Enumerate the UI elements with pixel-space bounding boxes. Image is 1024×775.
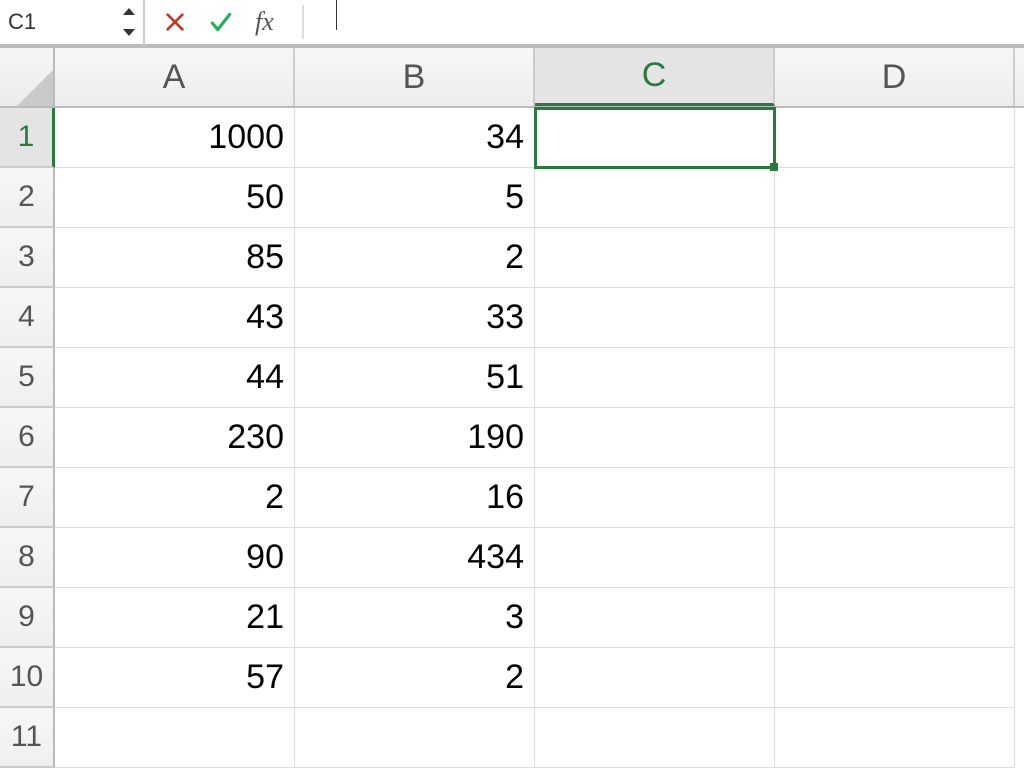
cell-d6[interactable]: [775, 408, 1015, 468]
cell-a11[interactable]: [55, 708, 295, 768]
column-header-b[interactable]: B: [295, 48, 535, 106]
row-header-2[interactable]: 2: [0, 168, 55, 228]
row-header-4[interactable]: 4: [0, 288, 55, 348]
cell-a10[interactable]: 57: [55, 648, 295, 708]
cell-a8[interactable]: 90: [55, 528, 295, 588]
cell-b11[interactable]: [295, 708, 535, 768]
formula-divider: [302, 5, 304, 39]
table-row: 7216: [0, 468, 1024, 528]
row-header-9[interactable]: 9: [0, 588, 55, 648]
spreadsheet-grid: ABCD 11000342505385244333544516230190721…: [0, 48, 1024, 768]
table-row: 2505: [0, 168, 1024, 228]
cell-b8[interactable]: 434: [295, 528, 535, 588]
cell-a3[interactable]: 85: [55, 228, 295, 288]
cell-d5[interactable]: [775, 348, 1015, 408]
cell-a1[interactable]: 1000: [55, 108, 295, 168]
table-row: 44333: [0, 288, 1024, 348]
cell-d1[interactable]: [775, 108, 1015, 168]
name-box[interactable]: C1: [8, 9, 123, 35]
cell-a5[interactable]: 44: [55, 348, 295, 408]
spinner-down-icon[interactable]: [123, 29, 135, 36]
cell-c1[interactable]: [535, 108, 775, 168]
grid-rows: 1100034250538524433354451623019072168904…: [0, 108, 1024, 768]
cell-c3[interactable]: [535, 228, 775, 288]
table-row: 1100034: [0, 108, 1024, 168]
cell-d11[interactable]: [775, 708, 1015, 768]
table-row: 6230190: [0, 408, 1024, 468]
cell-a7[interactable]: 2: [55, 468, 295, 528]
fx-label[interactable]: fx: [255, 7, 274, 37]
cell-d9[interactable]: [775, 588, 1015, 648]
cell-c4[interactable]: [535, 288, 775, 348]
row-header-5[interactable]: 5: [0, 348, 55, 408]
cell-c9[interactable]: [535, 588, 775, 648]
cell-b6[interactable]: 190: [295, 408, 535, 468]
cell-c8[interactable]: [535, 528, 775, 588]
cell-d2[interactable]: [775, 168, 1015, 228]
cell-c7[interactable]: [535, 468, 775, 528]
row-header-3[interactable]: 3: [0, 228, 55, 288]
text-cursor: [336, 0, 338, 30]
cell-d4[interactable]: [775, 288, 1015, 348]
cell-c5[interactable]: [535, 348, 775, 408]
row-header-7[interactable]: 7: [0, 468, 55, 528]
cell-c6[interactable]: [535, 408, 775, 468]
row-header-6[interactable]: 6: [0, 408, 55, 468]
cell-a4[interactable]: 43: [55, 288, 295, 348]
row-header-10[interactable]: 10: [0, 648, 55, 708]
cell-b5[interactable]: 51: [295, 348, 535, 408]
cell-d7[interactable]: [775, 468, 1015, 528]
cell-c2[interactable]: [535, 168, 775, 228]
column-header-d[interactable]: D: [775, 48, 1015, 106]
table-row: 11: [0, 708, 1024, 768]
cell-b3[interactable]: 2: [295, 228, 535, 288]
formula-controls: fx: [145, 0, 337, 44]
cell-d8[interactable]: [775, 528, 1015, 588]
row-header-11[interactable]: 11: [0, 708, 55, 768]
table-row: 9213: [0, 588, 1024, 648]
name-box-spinner[interactable]: [123, 8, 135, 36]
cell-d3[interactable]: [775, 228, 1015, 288]
column-header-c[interactable]: C: [535, 48, 775, 106]
cancel-icon[interactable]: [161, 8, 189, 36]
cell-a9[interactable]: 21: [55, 588, 295, 648]
cell-b10[interactable]: 2: [295, 648, 535, 708]
row-header-8[interactable]: 8: [0, 528, 55, 588]
formula-input[interactable]: [330, 0, 338, 44]
row-header-1[interactable]: 1: [0, 108, 55, 168]
table-row: 3852: [0, 228, 1024, 288]
formula-bar: C1 fx: [0, 0, 1024, 48]
name-box-container: C1: [0, 0, 145, 46]
table-row: 10572: [0, 648, 1024, 708]
cell-b4[interactable]: 33: [295, 288, 535, 348]
cell-b9[interactable]: 3: [295, 588, 535, 648]
cell-b7[interactable]: 16: [295, 468, 535, 528]
select-all-corner[interactable]: [0, 48, 55, 106]
cell-b2[interactable]: 5: [295, 168, 535, 228]
table-row: 54451: [0, 348, 1024, 408]
cell-a6[interactable]: 230: [55, 408, 295, 468]
accept-icon[interactable]: [207, 8, 235, 36]
column-headers-row: ABCD: [0, 48, 1024, 108]
column-header-a[interactable]: A: [55, 48, 295, 106]
cell-d10[interactable]: [775, 648, 1015, 708]
cell-b1[interactable]: 34: [295, 108, 535, 168]
cell-c10[interactable]: [535, 648, 775, 708]
spinner-up-icon[interactable]: [123, 8, 135, 15]
cell-c11[interactable]: [535, 708, 775, 768]
cell-a2[interactable]: 50: [55, 168, 295, 228]
table-row: 890434: [0, 528, 1024, 588]
